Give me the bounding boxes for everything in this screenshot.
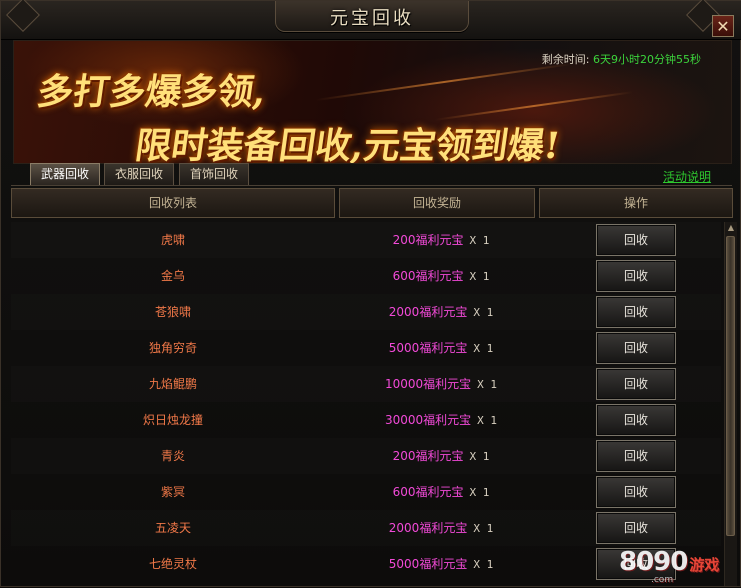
item-name: 独角穷奇 bbox=[148, 341, 197, 355]
item-reward: 200福利元宝 X 1 bbox=[341, 222, 541, 258]
item-reward: 30000福利元宝 X 1 bbox=[341, 402, 541, 438]
recycle-button[interactable]: 回收 bbox=[596, 260, 676, 292]
reward-amount: 5000福利元宝 bbox=[388, 557, 468, 571]
scroll-up-arrow-icon[interactable]: ▲ bbox=[725, 222, 737, 234]
recycle-button[interactable]: 回收 bbox=[596, 476, 676, 508]
reward-multiplier: X 1 bbox=[469, 450, 490, 463]
reward-multiplier: X 1 bbox=[473, 342, 494, 355]
table-row: 苍狼啸 2000福利元宝 X 1 回收 bbox=[11, 294, 721, 330]
recycle-button[interactable]: 回收 bbox=[596, 440, 676, 472]
item-name: 青炎 bbox=[160, 449, 185, 463]
reward-multiplier: X 1 bbox=[469, 486, 490, 499]
reward-multiplier: X 1 bbox=[469, 234, 490, 247]
table-row: 炽日烛龙撞 30000福利元宝 X 1 回收 bbox=[11, 402, 721, 438]
table-row: 金乌 600福利元宝 X 1 回收 bbox=[11, 258, 721, 294]
watermark-brand-cn: 游戏 bbox=[689, 556, 720, 574]
item-reward: 5000福利元宝 X 1 bbox=[341, 330, 541, 366]
countdown-label: 剩余时间: bbox=[541, 53, 590, 66]
recycle-button[interactable]: 回收 bbox=[596, 512, 676, 544]
recycle-button[interactable]: 回收 bbox=[596, 368, 676, 400]
reward-amount: 600福利元宝 bbox=[392, 269, 464, 283]
recycle-button[interactable]: 回收 bbox=[596, 296, 676, 328]
scroll-thumb[interactable] bbox=[726, 236, 735, 536]
table-row: 紫冥 600福利元宝 X 1 回收 bbox=[11, 474, 721, 510]
title-bar[interactable]: 元宝回收 ✕ bbox=[1, 0, 741, 40]
item-name: 苍狼啸 bbox=[154, 305, 191, 319]
item-reward: 600福利元宝 X 1 bbox=[341, 474, 541, 510]
scrollbar[interactable]: ▲ bbox=[724, 222, 737, 586]
item-reward: 200福利元宝 X 1 bbox=[341, 438, 541, 474]
item-name: 五凌天 bbox=[154, 521, 191, 535]
recycle-window: 元宝回收 ✕ 剩余时间: 6天9小时20分钟55秒 多打多爆多领, 限时装备回收… bbox=[0, 0, 741, 587]
item-name: 九焰鲲鹏 bbox=[148, 377, 197, 391]
table-row: 七绝灵杖 5000福利元宝 X 1 回收 bbox=[11, 546, 721, 582]
tab-clothes-recycle[interactable]: 衣服回收 bbox=[104, 163, 174, 185]
recycle-button[interactable]: 回收 bbox=[596, 404, 676, 436]
item-reward: 2000福利元宝 X 1 bbox=[341, 510, 541, 546]
reward-amount: 200福利元宝 bbox=[392, 449, 464, 463]
tab-weapon-recycle[interactable]: 武器回收 bbox=[30, 163, 100, 185]
tab-jewelry-recycle[interactable]: 首饰回收 bbox=[179, 163, 249, 185]
close-button[interactable]: ✕ bbox=[712, 15, 734, 37]
item-reward: 2000福利元宝 X 1 bbox=[341, 294, 541, 330]
item-name: 金乌 bbox=[160, 269, 185, 283]
slogan-line-1: 多打多爆多领, bbox=[34, 71, 270, 113]
reward-amount: 30000福利元宝 bbox=[384, 413, 472, 427]
reward-amount: 200福利元宝 bbox=[392, 233, 464, 247]
watermark-url: .com bbox=[651, 575, 674, 585]
countdown-value: 6天9小时20分钟55秒 bbox=[593, 53, 701, 66]
recycle-button[interactable]: 回收 bbox=[596, 332, 676, 364]
title-plate: 元宝回收 bbox=[275, 1, 469, 32]
countdown-timer: 剩余时间: 6天9小时20分钟55秒 bbox=[542, 51, 701, 67]
promo-banner: 剩余时间: 6天9小时20分钟55秒 多打多爆多领, 限时装备回收,元宝领到爆! bbox=[13, 40, 732, 164]
recycle-table: 虎啸 200福利元宝 X 1 回收 金乌 600福利元宝 X 1 回收 苍狼啸 2000福利元宝 X… bbox=[11, 222, 721, 588]
reward-amount: 10000福利元宝 bbox=[384, 377, 472, 391]
item-name: 紫冥 bbox=[160, 485, 185, 499]
window-title: 元宝回收 bbox=[330, 8, 414, 29]
reward-amount: 5000福利元宝 bbox=[388, 341, 468, 355]
item-name: 炽日烛龙撞 bbox=[142, 413, 203, 427]
reward-multiplier: X 1 bbox=[477, 414, 498, 427]
corner-ornament-left bbox=[6, 0, 40, 32]
reward-multiplier: X 1 bbox=[473, 306, 494, 319]
table-row: 虎啸 200福利元宝 X 1 回收 bbox=[11, 222, 721, 258]
reward-multiplier: X 1 bbox=[477, 378, 498, 391]
watermark-brand: 8090 bbox=[619, 547, 688, 577]
table-row: 九焰鲲鹏 10000福利元宝 X 1 回收 bbox=[11, 366, 721, 402]
reward-amount: 2000福利元宝 bbox=[388, 521, 468, 535]
slogan-line-2: 限时装备回收,元宝领到爆! bbox=[132, 125, 563, 164]
table-row: 青炎 200福利元宝 X 1 回收 bbox=[11, 438, 721, 474]
event-info-link[interactable]: 活动说明 bbox=[663, 168, 711, 185]
recycle-button[interactable]: 回收 bbox=[596, 224, 676, 256]
item-reward: 600福利元宝 X 1 bbox=[341, 258, 541, 294]
site-watermark: 8090 游戏 .com bbox=[619, 547, 720, 585]
item-name: 虎啸 bbox=[160, 233, 185, 247]
reward-multiplier: X 1 bbox=[473, 522, 494, 535]
banner-light-streak bbox=[315, 62, 573, 102]
reward-amount: 600福利元宝 bbox=[392, 485, 464, 499]
header-recycle-list: 回收列表 bbox=[11, 188, 335, 218]
table-row: 独角穷奇 5000福利元宝 X 1 回收 bbox=[11, 330, 721, 366]
item-reward: 5000福利元宝 X 1 bbox=[341, 546, 541, 582]
reward-amount: 2000福利元宝 bbox=[388, 305, 468, 319]
item-reward: 10000福利元宝 X 1 bbox=[341, 366, 541, 402]
item-name: 七绝灵杖 bbox=[148, 557, 197, 571]
reward-multiplier: X 1 bbox=[473, 558, 494, 571]
reward-multiplier: X 1 bbox=[469, 270, 490, 283]
table-row: 五凌天 2000福利元宝 X 1 回收 bbox=[11, 510, 721, 546]
header-action: 操作 bbox=[539, 188, 733, 218]
tab-divider bbox=[11, 185, 732, 186]
header-recycle-reward: 回收奖励 bbox=[339, 188, 535, 218]
